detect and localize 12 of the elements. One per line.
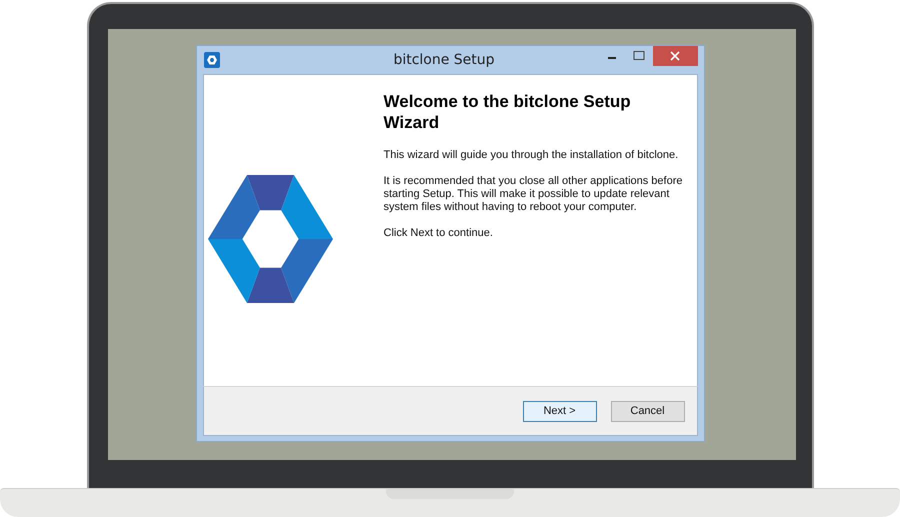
next-button[interactable]: Next > (522, 400, 596, 422)
wizard-paragraph: This wizard will guide you through the installation of bitclone. (384, 149, 680, 162)
close-icon (670, 51, 680, 61)
app-icon (204, 52, 220, 68)
wizard-paragraph: Click Next to continue. (384, 227, 494, 240)
close-button[interactable] (652, 46, 698, 66)
window-title: bitclone Setup (393, 52, 495, 68)
maximize-icon (633, 51, 645, 61)
hexagon-logo-icon (208, 174, 332, 302)
cancel-button[interactable]: Cancel (610, 400, 684, 422)
wizard-paragraph: It is recommended that you close all other applications before starting Setup. This will make it possible to update relevant system files without having to reboot your computer. (384, 175, 684, 214)
wizard-heading: Welcome to the bitclone Setup Wizard (384, 91, 632, 133)
